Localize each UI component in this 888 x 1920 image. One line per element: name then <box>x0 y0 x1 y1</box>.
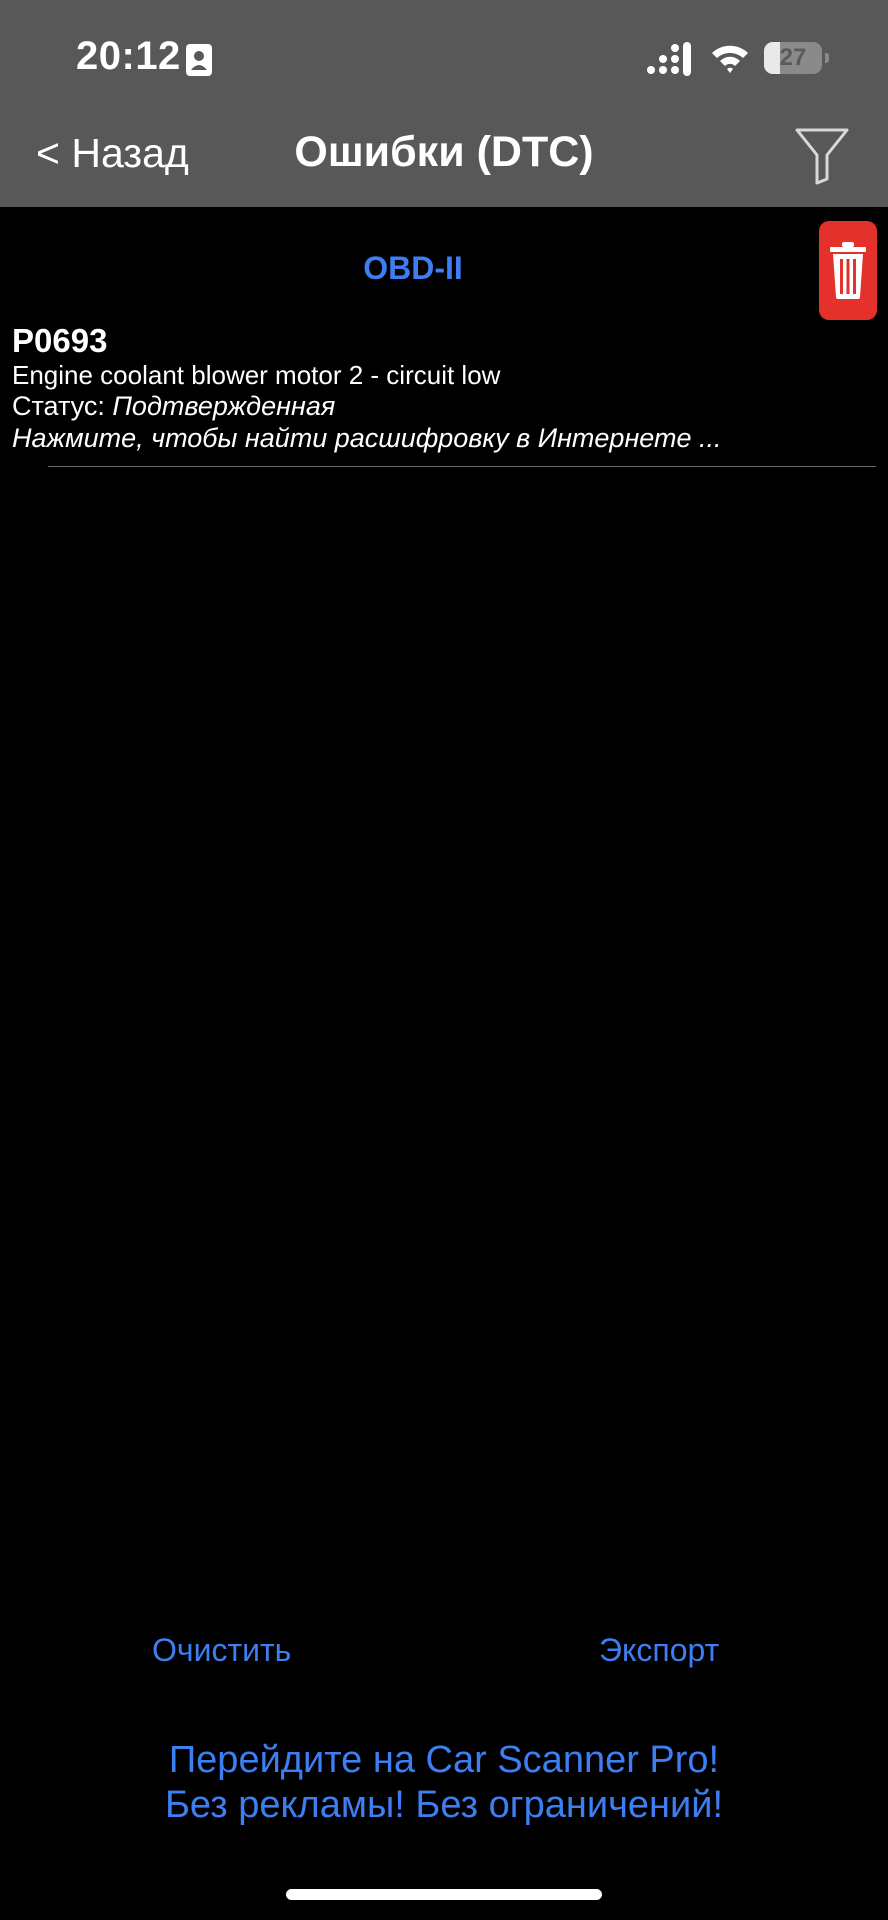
dtc-list-item[interactable]: P0693 Engine coolant blower motor 2 - ci… <box>0 318 876 468</box>
dtc-description: Engine coolant blower motor 2 - circuit … <box>12 360 501 390</box>
screen: 20:12 27 < Назад Ошибки (DTC) OBD-II P06… <box>0 0 888 1920</box>
section-header-obd2: OBD-II <box>363 250 463 286</box>
delete-button[interactable] <box>819 221 877 320</box>
home-indicator <box>286 1889 602 1900</box>
row-divider <box>48 466 876 467</box>
battery-icon: 27 <box>764 42 830 74</box>
battery-body: 27 <box>764 42 822 74</box>
wifi-icon <box>712 45 748 73</box>
person-card-icon <box>186 44 212 76</box>
dtc-search-hint: Нажмите, чтобы найти расшифровку в Интер… <box>12 423 722 453</box>
promo-line-1: Перейдите на Car Scanner Pro! <box>168 1739 720 1781</box>
battery-tip <box>825 53 829 63</box>
filter-funnel-icon[interactable] <box>794 127 850 185</box>
export-button[interactable]: Экспорт <box>599 1632 719 1669</box>
status-time: 20:12 <box>76 34 181 78</box>
dtc-code: P0693 <box>12 322 108 359</box>
trash-icon <box>830 242 866 299</box>
promo-banner[interactable]: Перейдите на Car Scanner Pro! Без реклам… <box>0 1738 888 1828</box>
clear-button[interactable]: Очистить <box>152 1632 291 1669</box>
battery-percent: 27 <box>779 44 807 71</box>
cellular-signal-icon <box>647 42 691 76</box>
dtc-status-value: Подтвержденная <box>112 391 336 421</box>
page-title: Ошибки (DTC) <box>294 128 594 176</box>
promo-line-2: Без рекламы! Без ограничений! <box>164 1784 723 1826</box>
header: 20:12 27 < Назад Ошибки (DTC) <box>0 0 888 207</box>
dtc-status: Статус: Подтвержденная <box>12 391 335 422</box>
dtc-status-label: Статус: <box>12 391 113 421</box>
